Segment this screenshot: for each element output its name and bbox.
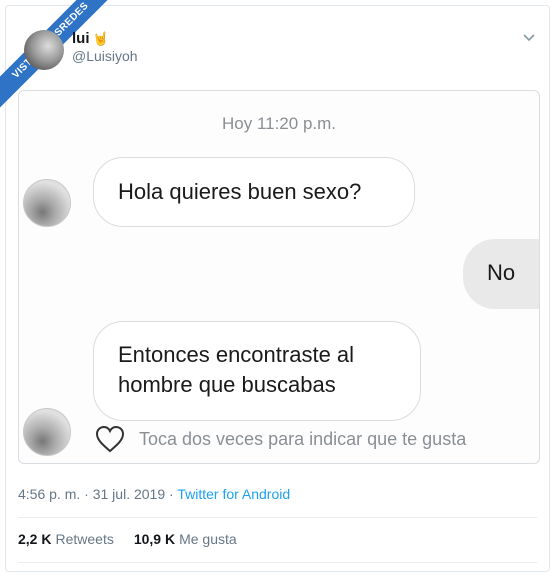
rock-hand-icon: 🤘 <box>92 31 109 46</box>
likes-label: Me gusta <box>179 531 237 547</box>
divider <box>18 517 537 518</box>
retweets-label: Retweets <box>55 531 114 547</box>
message-text: No <box>487 260 516 285</box>
message-bubble-incoming: Entonces encontraste al hombre que busca… <box>93 321 421 421</box>
divider <box>18 562 537 563</box>
separator-dot: · <box>169 486 174 502</box>
display-name[interactable]: lui 🤘 <box>72 30 109 47</box>
retweets-stat[interactable]: 2,2 K Retweets <box>18 531 114 547</box>
retweets-count: 2,2 K <box>18 531 52 547</box>
tweet-time[interactable]: 4:56 p. m. <box>18 486 80 502</box>
chat-avatar <box>23 179 71 227</box>
message-bubble-incoming: Hola quieres buen sexo? <box>93 157 415 227</box>
like-hint: Toca dos veces para indicar que te gusta <box>95 425 466 453</box>
message-text: Entonces encontraste al <box>118 342 355 367</box>
like-hint-text: Toca dos veces para indicar que te gusta <box>139 428 467 449</box>
likes-stat[interactable]: 10,9 K Me gusta <box>134 531 237 547</box>
chat-timestamp: Hoy 11:20 p.m. <box>221 114 337 133</box>
user-handle[interactable]: @Luisiyoh <box>72 48 138 64</box>
message-text: Hola quieres buen sexo? <box>118 179 362 204</box>
tweet-date[interactable]: 31 jul. 2019 <box>93 486 165 502</box>
tweet-image[interactable]: Hoy 11:20 p.m. Hola quieres buen sexo? N… <box>18 90 540 464</box>
chevron-down-icon[interactable] <box>522 30 536 44</box>
chat-avatar <box>23 408 71 456</box>
heart-icon <box>95 425 125 453</box>
likes-count: 10,9 K <box>133 531 176 547</box>
display-name-text[interactable]: lui <box>72 30 90 47</box>
tweet-source-link[interactable]: Twitter for Android <box>177 486 290 502</box>
message-text: hombre que buscabas <box>118 372 336 397</box>
tweet-meta: 4:56 p. m. · 31 jul. 2019 · Twitter for … <box>18 486 290 502</box>
separator-dot: · <box>84 486 89 502</box>
message-bubble-outgoing: No <box>463 239 539 309</box>
tweet-stats: 2,2 K Retweets 10,9 K Me gusta <box>18 531 237 547</box>
avatar[interactable] <box>24 30 64 70</box>
